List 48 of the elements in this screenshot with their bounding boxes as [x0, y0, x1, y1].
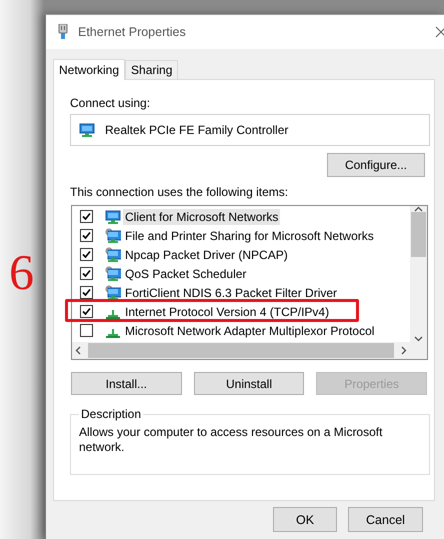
action-button[interactable]: Install...: [71, 372, 182, 395]
monitor-gear-icon: [105, 284, 121, 300]
dialog-button[interactable]: OK: [273, 507, 337, 532]
checkbox[interactable]: [80, 267, 93, 280]
network-adapter-icon: [79, 122, 95, 138]
checkbox[interactable]: [80, 229, 93, 242]
network-icon: [106, 310, 120, 318]
items-label: This connection uses the following items:: [70, 185, 290, 199]
list-item[interactable]: FortiClient NDIS 6.3 Packet Filter Driver: [123, 284, 340, 300]
checkbox[interactable]: [80, 324, 93, 337]
vertical-scrollbar[interactable]: [410, 206, 427, 342]
adapter-field: Realtek PCIe FE Family Controller: [70, 114, 430, 146]
check-icon: [82, 250, 91, 259]
tab[interactable]: Sharing: [125, 60, 178, 79]
ethernet-plug-icon: [58, 24, 68, 40]
configure-button[interactable]: Configure...: [327, 153, 425, 177]
window-title: Ethernet Properties: [78, 25, 187, 39]
close-icon[interactable]: [435, 26, 444, 38]
checkbox[interactable]: [80, 286, 93, 299]
description-text: Allows your computer to access resources on a Microsoft network.: [79, 424, 384, 455]
checkbox[interactable]: [80, 210, 93, 223]
check-icon: [82, 269, 91, 278]
monitor-gear-icon: [105, 246, 121, 262]
action-button[interactable]: Uninstall: [194, 372, 304, 395]
monitor-gear-icon: [105, 228, 121, 244]
checkbox[interactable]: [80, 305, 93, 318]
step-number: 6: [9, 244, 34, 300]
checkbox[interactable]: [80, 248, 93, 261]
check-icon: [82, 212, 91, 221]
list-item[interactable]: File and Printer Sharing for Microsoft Networks: [123, 228, 376, 244]
list-item[interactable]: Internet Protocol Version 4 (TCP/IPv4): [123, 304, 332, 320]
monitor-icon: [105, 208, 121, 224]
scroll-down-icon: [414, 336, 423, 342]
check-icon: [82, 307, 91, 316]
connect-using-label: Connect using:: [70, 96, 152, 110]
list-item[interactable]: Npcap Packet Driver (NPCAP): [123, 246, 290, 262]
scroll-up-icon: [414, 206, 423, 212]
monitor-gear-icon: [105, 266, 121, 282]
list-item[interactable]: Client for Microsoft Networks: [123, 208, 280, 224]
list-item[interactable]: Microsoft Network Adapter Multiplexor Protocol: [123, 322, 376, 338]
horizontal-scrollbar[interactable]: [72, 342, 410, 359]
check-icon: [82, 231, 91, 240]
check-icon: [82, 288, 91, 297]
list-item[interactable]: QoS Packet Scheduler: [123, 266, 248, 282]
dialog-button[interactable]: Cancel: [348, 507, 423, 532]
tab[interactable]: Networking: [53, 59, 126, 80]
description-title: Description: [80, 407, 142, 421]
network-icon: [106, 328, 120, 338]
